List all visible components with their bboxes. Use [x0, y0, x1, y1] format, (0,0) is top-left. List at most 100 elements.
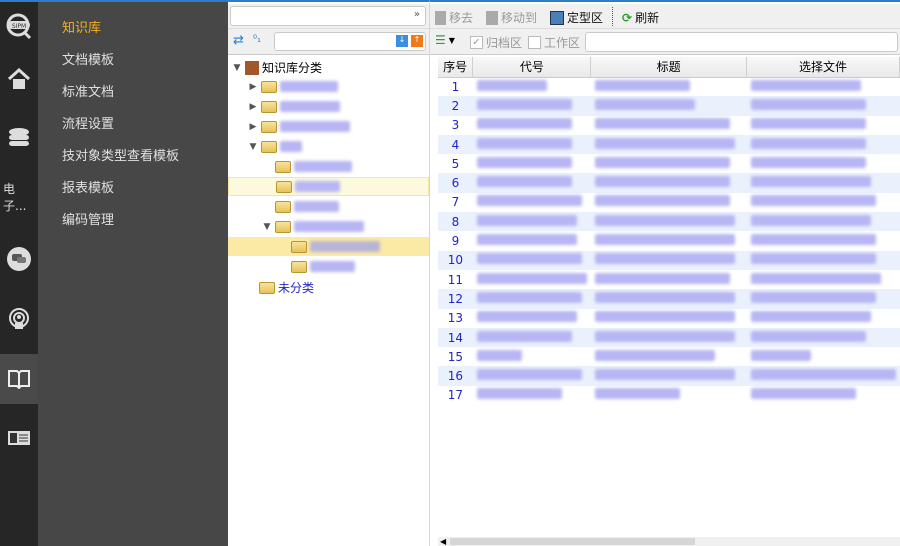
table-row[interactable]: 4	[438, 135, 900, 154]
fixed-area-button[interactable]: 定型区	[550, 9, 603, 26]
table-row[interactable]: 14	[438, 328, 900, 347]
col-index[interactable]: 序号	[438, 57, 473, 77]
chat-icon[interactable]	[0, 234, 38, 284]
col-title[interactable]: 标题	[591, 57, 747, 77]
cell-code[interactable]	[473, 251, 591, 270]
cell-file[interactable]	[747, 212, 900, 231]
tree-node[interactable]: ▼	[248, 137, 302, 156]
database-icon[interactable]	[0, 114, 38, 164]
cell-title[interactable]	[591, 212, 747, 231]
scroll-left-icon[interactable]: ◀	[440, 537, 446, 546]
sync-icon[interactable]: ⇄	[233, 33, 244, 48]
col-file[interactable]: 选择文件	[747, 57, 900, 77]
horizontal-scrollbar[interactable]: ◀	[438, 537, 900, 546]
cell-title[interactable]	[591, 328, 747, 347]
table-row[interactable]: 6	[438, 173, 900, 192]
cell-code[interactable]	[473, 366, 591, 385]
tree-node[interactable]: ▼	[262, 217, 364, 236]
cell-title[interactable]	[591, 116, 747, 135]
cell-title[interactable]	[591, 289, 747, 308]
category-select[interactable]: »	[230, 6, 426, 26]
table-row[interactable]: 16	[438, 366, 900, 385]
cell-title[interactable]	[591, 77, 747, 96]
cell-file[interactable]	[747, 366, 900, 385]
table-row[interactable]: 13	[438, 309, 900, 328]
tree-node[interactable]	[275, 157, 352, 176]
tree-node-unclassified[interactable]: 未分类	[259, 278, 314, 297]
col-code[interactable]: 代号	[473, 57, 591, 77]
rail-label[interactable]: 电子...	[0, 172, 38, 222]
cell-file[interactable]	[747, 251, 900, 270]
tree-node[interactable]: ▶	[248, 97, 340, 116]
cell-title[interactable]	[591, 173, 747, 192]
cell-code[interactable]	[473, 193, 591, 212]
podcast-icon[interactable]	[0, 294, 38, 344]
table-row[interactable]: 3	[438, 116, 900, 135]
table-row[interactable]: 9	[438, 231, 900, 250]
cell-file[interactable]	[747, 270, 900, 289]
menu-item-doc-template[interactable]: 文档模板	[62, 49, 114, 68]
menu-item-knowledge-base[interactable]: 知识库	[62, 17, 101, 36]
code-icon[interactable]: ⁰₁	[253, 34, 261, 45]
cell-title[interactable]	[591, 231, 747, 250]
file-search-input[interactable]	[585, 32, 898, 52]
menu-item-object-template[interactable]: 技对象类型查看模板	[62, 145, 179, 164]
table-row[interactable]: 11	[438, 270, 900, 289]
cell-code[interactable]	[473, 96, 591, 115]
arrow-down-icon[interactable]: ↓	[396, 35, 408, 47]
cell-file[interactable]	[747, 309, 900, 328]
archive-checkbox[interactable]: ✓归档区	[470, 34, 522, 51]
scrollbar-thumb[interactable]	[450, 538, 695, 545]
cell-title[interactable]	[591, 309, 747, 328]
cell-file[interactable]	[747, 231, 900, 250]
table-row[interactable]: 8	[438, 212, 900, 231]
cell-code[interactable]	[473, 173, 591, 192]
table-row[interactable]: 5	[438, 154, 900, 173]
menu-item-report-template[interactable]: 报表模板	[62, 177, 114, 196]
cell-code[interactable]	[473, 289, 591, 308]
table-row[interactable]: 10	[438, 251, 900, 270]
cell-code[interactable]	[473, 212, 591, 231]
cell-code[interactable]	[473, 77, 591, 96]
cell-file[interactable]	[747, 116, 900, 135]
cell-file[interactable]	[747, 193, 900, 212]
table-row[interactable]: 2	[438, 96, 900, 115]
tree-root[interactable]: ▼知识库分类	[232, 58, 322, 77]
cell-title[interactable]	[591, 270, 747, 289]
tree-search-input[interactable]: ↓ ↑	[274, 32, 426, 51]
cell-title[interactable]	[591, 386, 747, 405]
remove-button[interactable]: 移去	[435, 9, 473, 26]
table-row[interactable]: 7	[438, 193, 900, 212]
cell-file[interactable]	[747, 154, 900, 173]
cell-file[interactable]	[747, 173, 900, 192]
cell-code[interactable]	[473, 309, 591, 328]
menu-item-standard-doc[interactable]: 标准文档	[62, 81, 114, 100]
cell-file[interactable]	[747, 96, 900, 115]
table-row[interactable]: 15	[438, 347, 900, 366]
cell-file[interactable]	[747, 135, 900, 154]
cell-code[interactable]	[473, 347, 591, 366]
tree-node[interactable]: ▶	[248, 117, 350, 136]
tree-node[interactable]	[275, 197, 339, 216]
cell-file[interactable]	[747, 328, 900, 347]
move-to-button[interactable]: 移动到	[486, 9, 537, 26]
cell-code[interactable]	[473, 154, 591, 173]
tree-node[interactable]: ▶	[248, 77, 338, 96]
menu-item-code-management[interactable]: 编码管理	[62, 209, 114, 228]
view-menu-button[interactable]: ☰▼	[435, 33, 455, 47]
cell-title[interactable]	[591, 347, 747, 366]
home-icon[interactable]	[0, 54, 38, 104]
tree-node[interactable]	[291, 257, 355, 276]
arrow-up-icon[interactable]: ↑	[411, 35, 423, 47]
cell-file[interactable]	[747, 347, 900, 366]
cell-code[interactable]	[473, 270, 591, 289]
tree-node[interactable]	[228, 177, 429, 196]
cell-title[interactable]	[591, 366, 747, 385]
cell-title[interactable]	[591, 96, 747, 115]
table-row[interactable]: 1	[438, 77, 900, 96]
cell-title[interactable]	[591, 251, 747, 270]
cell-code[interactable]	[473, 386, 591, 405]
cell-code[interactable]	[473, 231, 591, 250]
table-row[interactable]: 12	[438, 289, 900, 308]
cell-code[interactable]	[473, 135, 591, 154]
